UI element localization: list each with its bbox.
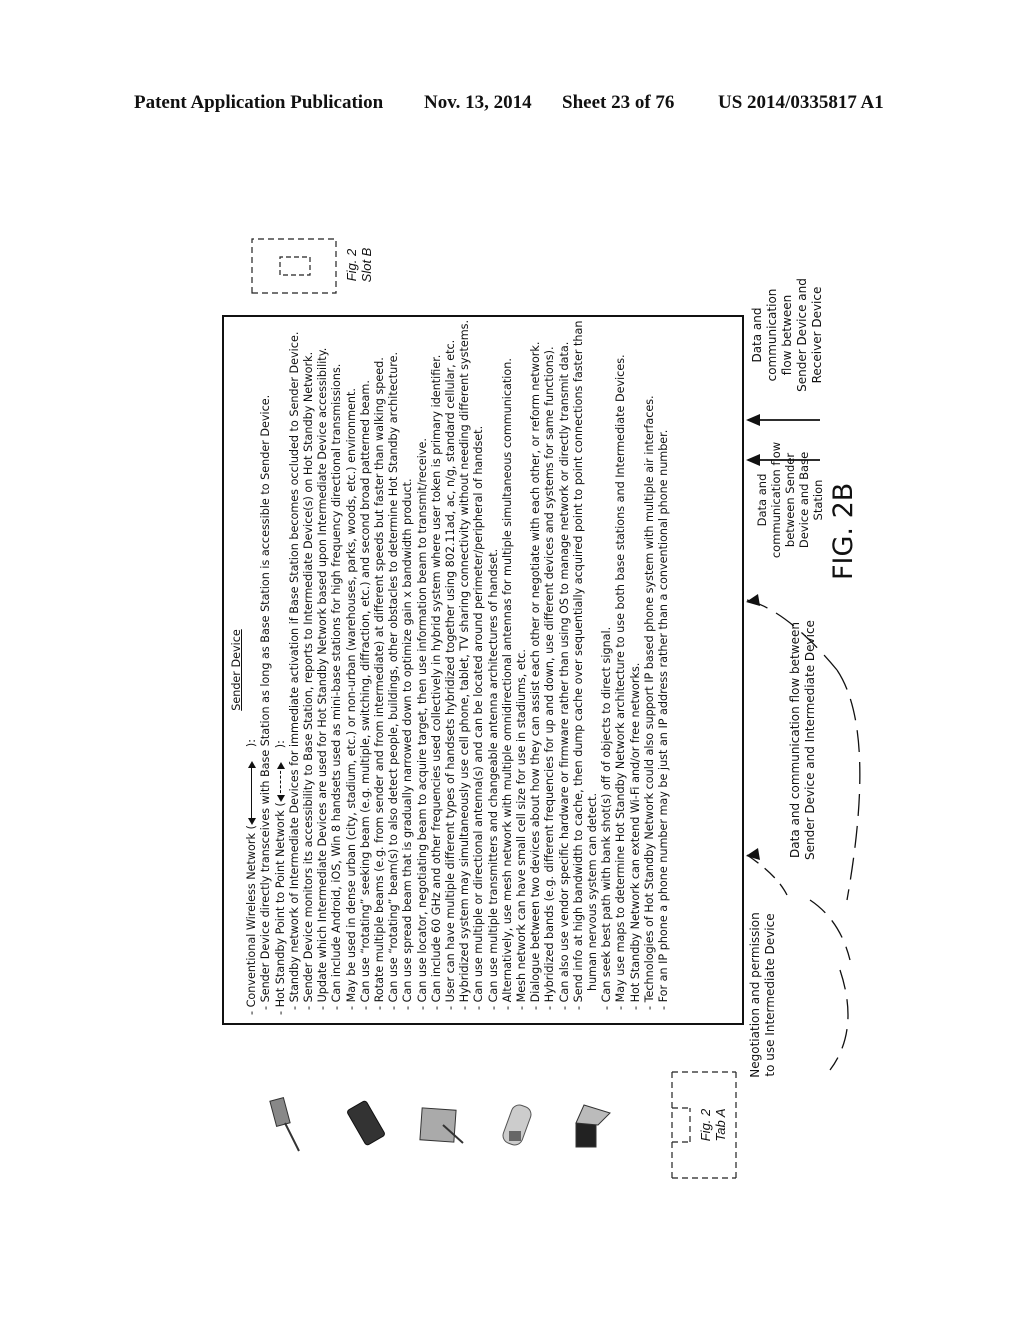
negotiation-label: Negotiation and permission to use Interm… <box>748 912 777 1078</box>
receiver-flow-label: Data and communication flow between Send… <box>750 278 824 392</box>
intermediate-flow-label: Data and communication flow between Send… <box>788 620 817 860</box>
receiver-arrow <box>746 414 820 426</box>
publication-date: Nov. 13, 2014 <box>424 92 532 113</box>
sheet-number: Sheet 23 of 76 <box>562 92 675 113</box>
patent-number: US 2014/0335817 A1 <box>718 92 884 113</box>
figure-label: FIG. 2B <box>828 482 859 580</box>
publication-label: Patent Application Publication <box>134 92 384 113</box>
rotated-figure: Fig. 2 Tab A Sender Device - Conventiona… <box>220 200 880 1200</box>
base-station-flow-label: Data and communication flow between Send… <box>755 441 825 559</box>
